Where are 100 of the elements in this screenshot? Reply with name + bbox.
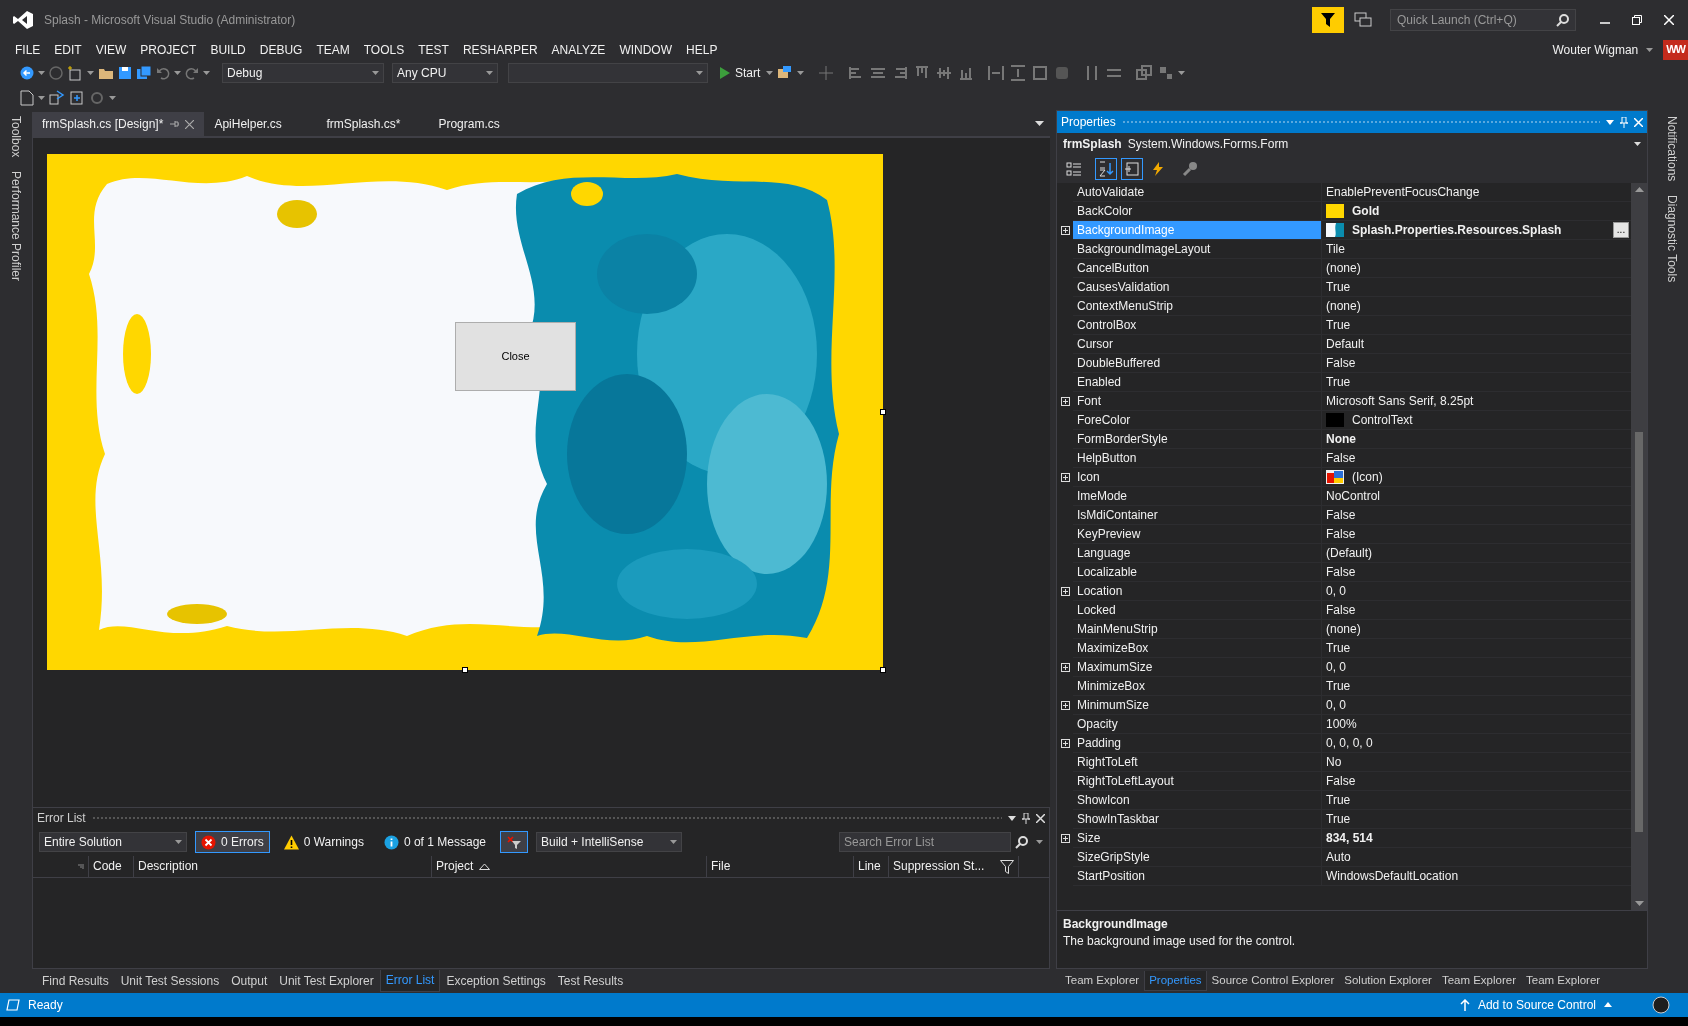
- scrollbar-thumb[interactable]: [1635, 431, 1643, 832]
- property-name[interactable]: Localizable: [1073, 563, 1322, 582]
- property-name[interactable]: ShowIcon: [1073, 791, 1322, 810]
- start-button[interactable]: Start: [718, 65, 763, 81]
- expand-icon[interactable]: [1060, 587, 1070, 596]
- menu-item[interactable]: WINDOW: [612, 40, 680, 60]
- column-header[interactable]: Line: [854, 856, 889, 877]
- column-header[interactable]: Description: [134, 856, 432, 877]
- pin-icon[interactable]: [169, 119, 180, 129]
- property-name[interactable]: Icon: [1073, 468, 1322, 487]
- property-name[interactable]: MainMenuStrip: [1073, 620, 1322, 639]
- property-name[interactable]: ImeMode: [1073, 487, 1322, 506]
- panel-tab[interactable]: Find Results: [36, 969, 115, 993]
- panel-tab[interactable]: Solution Explorer: [1339, 970, 1437, 992]
- forward-icon[interactable]: [49, 66, 63, 80]
- filter-toggle-button[interactable]: [500, 831, 528, 853]
- property-name[interactable]: Opacity: [1073, 715, 1322, 734]
- document-tab[interactable]: frmSplash.cs*: [316, 112, 429, 136]
- panel-tab[interactable]: Properties: [1144, 970, 1207, 992]
- undo-icon[interactable]: [156, 66, 170, 80]
- property-name[interactable]: Size: [1073, 829, 1322, 848]
- caret-icon[interactable]: [1178, 71, 1186, 75]
- property-name[interactable]: Cursor: [1073, 335, 1322, 354]
- layout-icon[interactable]: [936, 65, 953, 81]
- expand-icon[interactable]: [1060, 663, 1070, 672]
- filter-button[interactable]: 0 of 1 Message: [377, 831, 492, 853]
- layout-icon[interactable]: [1032, 65, 1049, 81]
- back-icon[interactable]: [20, 66, 34, 80]
- filter-button[interactable]: 0 Warnings: [277, 831, 370, 853]
- expand-icon[interactable]: [1060, 397, 1070, 406]
- layout-icon[interactable]: [1136, 65, 1153, 81]
- property-name[interactable]: Locked: [1073, 601, 1322, 620]
- document-tab[interactable]: Program.cs: [428, 112, 541, 136]
- property-name[interactable]: RightToLeft: [1073, 753, 1322, 772]
- panel-tab[interactable]: Team Explorer: [1521, 970, 1606, 992]
- search-field[interactable]: Search Error List: [839, 832, 1011, 852]
- column-header[interactable]: File: [707, 856, 854, 877]
- menu-item[interactable]: HELP: [679, 40, 725, 60]
- feedback-icon[interactable]: [1354, 12, 1372, 28]
- property-name[interactable]: Padding: [1073, 734, 1322, 753]
- menu-item[interactable]: DEBUG: [252, 40, 310, 60]
- redo-icon[interactable]: [185, 66, 199, 80]
- panel-tab[interactable]: Exception Settings: [440, 969, 552, 993]
- panel-tab[interactable]: Unit Test Sessions: [114, 969, 226, 993]
- toolbar-button[interactable]: [1095, 158, 1117, 180]
- expand-icon[interactable]: [1060, 473, 1070, 482]
- scroll-down-icon[interactable]: [1634, 901, 1644, 906]
- property-name[interactable]: Font: [1073, 392, 1322, 411]
- caret-icon[interactable]: [203, 71, 210, 75]
- startup-dropdown[interactable]: [508, 63, 708, 83]
- property-name[interactable]: HelpButton: [1073, 449, 1322, 468]
- side-tab[interactable]: Performance Profiler: [8, 171, 24, 282]
- document-tab[interactable]: ApiHelper.cs: [204, 112, 317, 136]
- side-tab[interactable]: Notifications: [1664, 116, 1680, 182]
- caret-icon[interactable]: [174, 71, 181, 75]
- resize-handle[interactable]: [880, 667, 886, 673]
- layout-icon[interactable]: [958, 65, 975, 81]
- open-folder-icon[interactable]: [98, 66, 114, 80]
- column-header[interactable]: Suppression St...: [889, 856, 1019, 877]
- side-tab[interactable]: Diagnostic Tools: [1664, 195, 1680, 283]
- caret-icon[interactable]: [38, 96, 45, 100]
- panel-tab[interactable]: Team Explorer: [1060, 970, 1145, 992]
- caret-icon[interactable]: [38, 71, 45, 75]
- caret-icon[interactable]: [797, 71, 805, 75]
- toolbar-button[interactable]: [1121, 158, 1143, 180]
- quick-launch-field[interactable]: Quick Launch (Ctrl+Q): [1390, 9, 1576, 31]
- menu-item[interactable]: BUILD: [203, 40, 253, 60]
- layout-icon[interactable]: [1158, 65, 1175, 81]
- property-name[interactable]: CancelButton: [1073, 259, 1322, 278]
- property-name[interactable]: MinimumSize: [1073, 696, 1322, 715]
- menu-item[interactable]: TEAM: [309, 40, 357, 60]
- property-name[interactable]: DoubleBuffered: [1073, 354, 1322, 373]
- save-icon[interactable]: [118, 66, 132, 80]
- settings-icon[interactable]: [89, 90, 105, 106]
- menu-item[interactable]: FILE: [8, 40, 48, 60]
- property-name[interactable]: MinimizeBox: [1073, 677, 1322, 696]
- user-avatar[interactable]: WW: [1663, 40, 1688, 60]
- panel-tab[interactable]: Team Explorer: [1436, 970, 1521, 992]
- configuration-dropdown[interactable]: Debug: [222, 63, 384, 83]
- property-name[interactable]: ForeColor: [1073, 411, 1322, 430]
- attach-icon[interactable]: [777, 65, 794, 81]
- restore-icon[interactable]: [1632, 15, 1642, 25]
- caret-icon[interactable]: [87, 71, 94, 75]
- save-all-icon[interactable]: [136, 65, 152, 81]
- property-name[interactable]: BackgroundImageLayout: [1073, 240, 1322, 259]
- filter-icon[interactable]: [1000, 859, 1014, 874]
- caret-icon[interactable]: [1646, 48, 1654, 52]
- document-icon[interactable]: [20, 90, 34, 106]
- menu-item[interactable]: PROJECT: [133, 40, 204, 60]
- property-name[interactable]: StartPosition: [1073, 867, 1322, 886]
- sync-icon[interactable]: [49, 90, 65, 106]
- property-name[interactable]: Location: [1073, 582, 1322, 601]
- property-name[interactable]: RightToLeftLayout: [1073, 772, 1322, 791]
- layout-icon[interactable]: [988, 65, 1005, 81]
- document-tab[interactable]: frmSplash.cs [Design]*: [32, 112, 205, 136]
- column-header[interactable]: Project: [432, 856, 707, 877]
- resize-handle[interactable]: [462, 667, 468, 673]
- property-name[interactable]: ContextMenuStrip: [1073, 297, 1322, 316]
- expand-icon[interactable]: [1060, 739, 1070, 748]
- property-name[interactable]: MaximumSize: [1073, 658, 1322, 677]
